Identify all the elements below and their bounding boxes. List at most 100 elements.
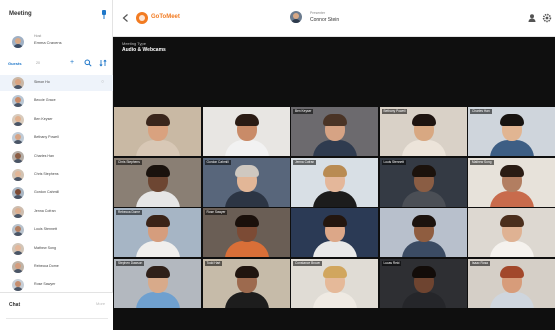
- chat-panel[interactable]: Chat More: [0, 292, 113, 330]
- participant-video-tile[interactable]: Rose Sawyer: [202, 208, 290, 257]
- participant-video-tile[interactable]: Chris Stephens: [114, 157, 201, 207]
- participant-video-tile[interactable]: Rebecca Dome: [114, 208, 201, 257]
- guest-list-item[interactable]: Jenna Cofran: [0, 204, 113, 220]
- participant-name-tag: Rose Sawyer: [204, 210, 228, 215]
- participant-hair: [146, 265, 170, 278]
- guest-list-item[interactable]: Rebecca Dome: [0, 259, 113, 275]
- participant-hair: [323, 164, 347, 177]
- guest-avatar: [12, 150, 24, 163]
- guests-label: Guests: [8, 61, 22, 66]
- participant-name-tag: Stephen Dawson: [116, 260, 145, 266]
- guest-list-item[interactable]: Louis Stennett: [0, 222, 113, 238]
- sort-icon[interactable]: [99, 59, 107, 67]
- profile-icon[interactable]: [527, 13, 537, 23]
- video-grid: Ben Keyser Bethany Powell Charles Han Chris…: [113, 105, 555, 330]
- guest-avatar: [12, 224, 24, 237]
- guest-name: Simon Ho: [34, 80, 50, 84]
- meeting-type-value: Audio & Webcams: [122, 47, 166, 53]
- participant-name-tag: Lucas Reid: [381, 260, 402, 266]
- guest-avatar: [12, 132, 24, 145]
- participant-video-tile[interactable]: Isaac Rosa: [468, 258, 555, 308]
- guest-avatar: [12, 187, 24, 200]
- participant-video-tile[interactable]: [468, 208, 555, 257]
- participant-name-tag: Isaac Rosa: [470, 260, 490, 266]
- participant-video-tile[interactable]: Todd Hart: [202, 258, 290, 308]
- settings-gear-icon[interactable]: [542, 13, 552, 23]
- sidebar-header: Meeting: [0, 8, 113, 26]
- participant-hair: [146, 164, 170, 177]
- participant-video-tile[interactable]: [114, 107, 201, 156]
- search-icon[interactable]: [84, 59, 92, 67]
- guest-name: Chris Stephens: [34, 172, 59, 176]
- guest-avatar: [12, 77, 24, 89]
- participant-hair: [146, 215, 170, 227]
- participant-video-tile[interactable]: Jenna Cofran: [291, 157, 378, 207]
- chat-label: Chat: [9, 302, 21, 308]
- guest-name: Louis Stennett: [34, 227, 57, 232]
- participant-hair: [323, 265, 347, 278]
- guest-list-item[interactable]: Mathew Song: [0, 241, 113, 257]
- participant-video-tile[interactable]: Mathew Song: [468, 157, 555, 207]
- presenter-label: Presenter: [310, 11, 326, 15]
- participant-name-tag: Gordon Cahmill: [204, 159, 231, 165]
- presenter-avatar: [290, 11, 302, 23]
- guest-avatar: [12, 205, 24, 218]
- participant-name-tag: Constance Brown: [293, 260, 323, 266]
- participant-video-tile[interactable]: Stephen Dawson: [114, 258, 201, 308]
- participant-hair: [411, 265, 436, 278]
- guest-list-item[interactable]: Chris Stephens: [0, 167, 113, 183]
- guest-list-item[interactable]: Beccie Grace: [0, 93, 113, 109]
- participant-video-tile[interactable]: Lucas Reid: [379, 258, 467, 308]
- participant-video-tile[interactable]: Charles Han: [468, 107, 555, 156]
- participant-hair: [500, 215, 524, 227]
- participant-video-tile[interactable]: Constance Brown: [291, 258, 378, 308]
- top-bar: GoToMeet Presenter Connor Stein: [113, 0, 555, 37]
- participant-name-tag: Mathew Song: [470, 159, 494, 165]
- guest-name: Gordon Cahmill: [34, 190, 59, 195]
- brand-logo-text: GoToMeet: [151, 14, 180, 20]
- participant-hair: [234, 265, 259, 278]
- participant-video-tile[interactable]: Ben Keyser: [291, 107, 378, 156]
- participant-hair: [411, 114, 436, 126]
- participant-video-tile[interactable]: Bethany Powell: [379, 107, 467, 156]
- chat-input-divider: [6, 318, 108, 319]
- participant-name-tag: Todd Hart: [204, 260, 223, 266]
- participant-name-tag: Louis Stennett: [381, 159, 406, 165]
- guest-list-item[interactable]: Simon Ho ○: [0, 75, 113, 91]
- participant-video-tile[interactable]: Louis Stennett: [379, 157, 467, 207]
- participant-name-tag: Bethany Powell: [381, 109, 408, 114]
- participant-hair: [500, 114, 524, 126]
- guest-name: Jenna Cofran: [34, 208, 56, 213]
- collapse-sidebar-icon[interactable]: [121, 13, 131, 23]
- guest-avatar: [12, 95, 24, 108]
- guests-count: 20: [36, 61, 40, 65]
- guest-avatar: [12, 242, 24, 255]
- video-stage: Meeting Type Audio & Webcams Ben Keyser B…: [113, 37, 555, 330]
- participant-hair: [234, 164, 259, 177]
- participant-hair: [411, 215, 436, 227]
- participant-video-tile[interactable]: Gordon Cahmill: [202, 157, 290, 207]
- guest-name: Bethany Powell: [34, 135, 59, 140]
- participant-hair: [500, 265, 524, 278]
- guest-list-item[interactable]: Charles Han: [0, 149, 113, 165]
- participant-video-tile[interactable]: [379, 208, 467, 257]
- participant-video-tile[interactable]: [202, 107, 290, 156]
- participant-hair: [323, 114, 347, 126]
- add-guest-icon[interactable]: +: [68, 59, 76, 67]
- guest-list-item[interactable]: Ben Keyser: [0, 112, 113, 128]
- guest-list-item[interactable]: Bethany Powell: [0, 130, 113, 146]
- participant-name-tag: Jenna Cofran: [293, 159, 317, 165]
- chat-more-link[interactable]: More: [96, 301, 105, 306]
- guest-list-item[interactable]: Gordon Cahmill: [0, 185, 113, 201]
- participant-name-tag: Charles Han: [470, 109, 492, 114]
- participant-video-tile[interactable]: [291, 208, 378, 257]
- participant-hair: [411, 164, 436, 177]
- pin-icon[interactable]: [101, 10, 107, 19]
- host-avatar: [12, 36, 24, 48]
- meeting-type-label: Meeting Type: [122, 41, 146, 46]
- participant-name-tag: Ben Keyser: [293, 109, 314, 114]
- host-name: Emma Cravens: [34, 40, 62, 45]
- guest-list-item[interactable]: Rose Sawyer: [0, 277, 113, 293]
- guest-name: Mathew Song: [34, 245, 56, 250]
- participant-name-tag: Rebecca Dome: [116, 210, 142, 215]
